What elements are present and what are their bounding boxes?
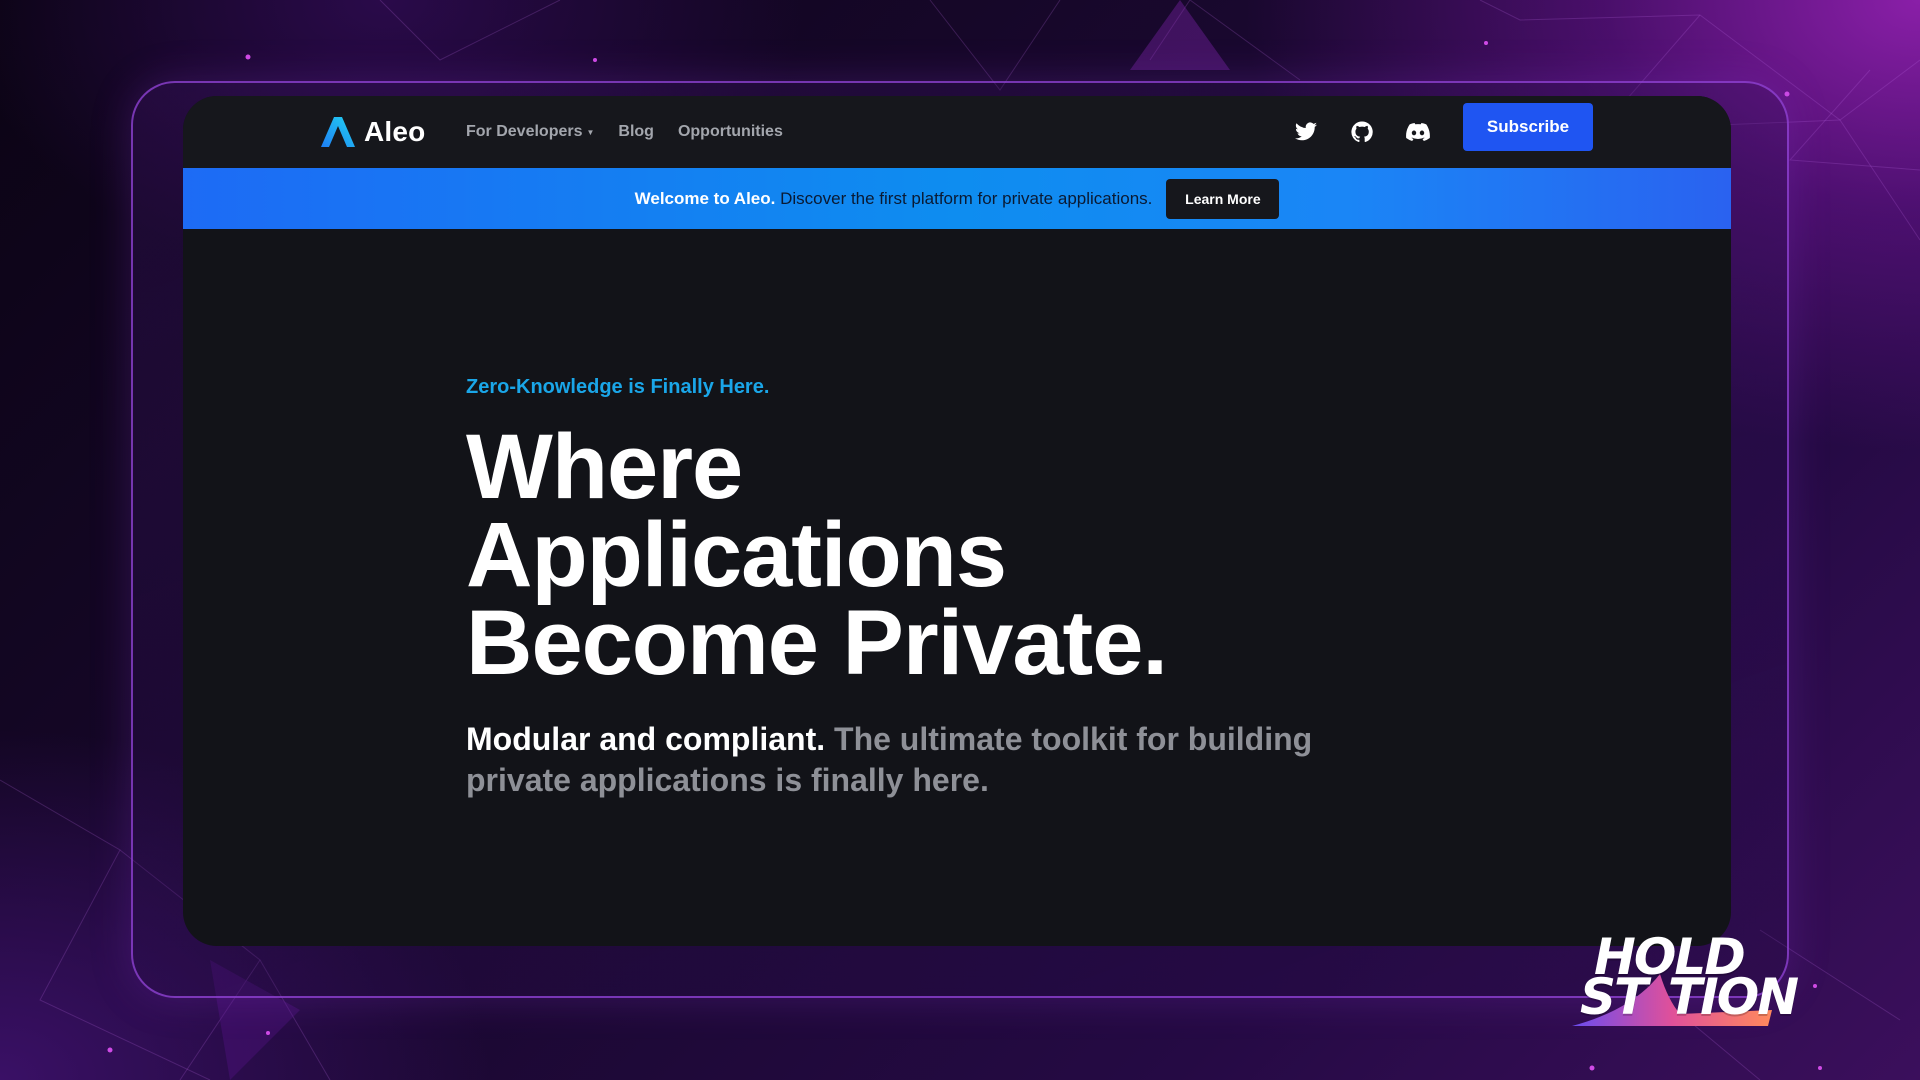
nav-link-label: Opportunities xyxy=(677,123,783,140)
hero-headline: Where Applications Become Private. xyxy=(466,416,1466,694)
social-links xyxy=(1293,96,1431,168)
subscribe-button[interactable]: Subscribe xyxy=(1463,103,1593,151)
headline-line: Applications xyxy=(466,504,1007,606)
holdstation-watermark: HOLD ST TION xyxy=(1572,930,1799,1030)
aleo-website: Aleo For Developers ▼ Blog Opportunities xyxy=(183,96,1731,946)
banner-body-text: Discover the first platform for private … xyxy=(780,188,1153,208)
headline-line: Become Private. xyxy=(466,592,1168,694)
headline-line: Where xyxy=(466,416,743,518)
hero-eyebrow: Zero-Knowledge is Finally Here. xyxy=(466,376,770,398)
nav-link-blog[interactable]: Blog xyxy=(618,123,654,141)
hero-section: Zero-Knowledge is Finally Here. Where Ap… xyxy=(466,376,1466,801)
logo-text: Aleo xyxy=(364,116,426,147)
hero-subheadline: Modular and compliant. The ultimate tool… xyxy=(466,719,1396,801)
nav-link-label: For Developers xyxy=(466,123,583,140)
twitter-icon[interactable] xyxy=(1293,119,1319,145)
discord-icon[interactable] xyxy=(1405,119,1431,145)
announcement-banner: Welcome to Aleo. Discover the first plat… xyxy=(183,168,1731,229)
subheadline-strong: Modular and compliant. xyxy=(466,721,826,757)
watermark-line-3: TION xyxy=(1668,968,1799,1026)
nav-link-label: Blog xyxy=(618,123,654,140)
top-navbar: Aleo For Developers ▼ Blog Opportunities xyxy=(183,96,1731,168)
nav-link-opportunities[interactable]: Opportunities xyxy=(678,123,783,141)
caret-down-icon: ▼ xyxy=(586,127,595,137)
aleo-logo[interactable]: Aleo xyxy=(320,110,425,154)
watermark-line-2: ST xyxy=(1580,968,1648,1026)
github-icon[interactable] xyxy=(1349,119,1375,145)
aleo-logo-icon xyxy=(321,117,355,147)
banner-message: Welcome to Aleo. Discover the first plat… xyxy=(635,189,1153,209)
banner-strong-text: Welcome to Aleo. xyxy=(634,188,776,208)
nav-link-for-developers[interactable]: For Developers ▼ xyxy=(466,123,594,141)
learn-more-button[interactable]: Learn More xyxy=(1166,178,1280,219)
nav-links: For Developers ▼ Blog Opportunities xyxy=(466,96,783,168)
